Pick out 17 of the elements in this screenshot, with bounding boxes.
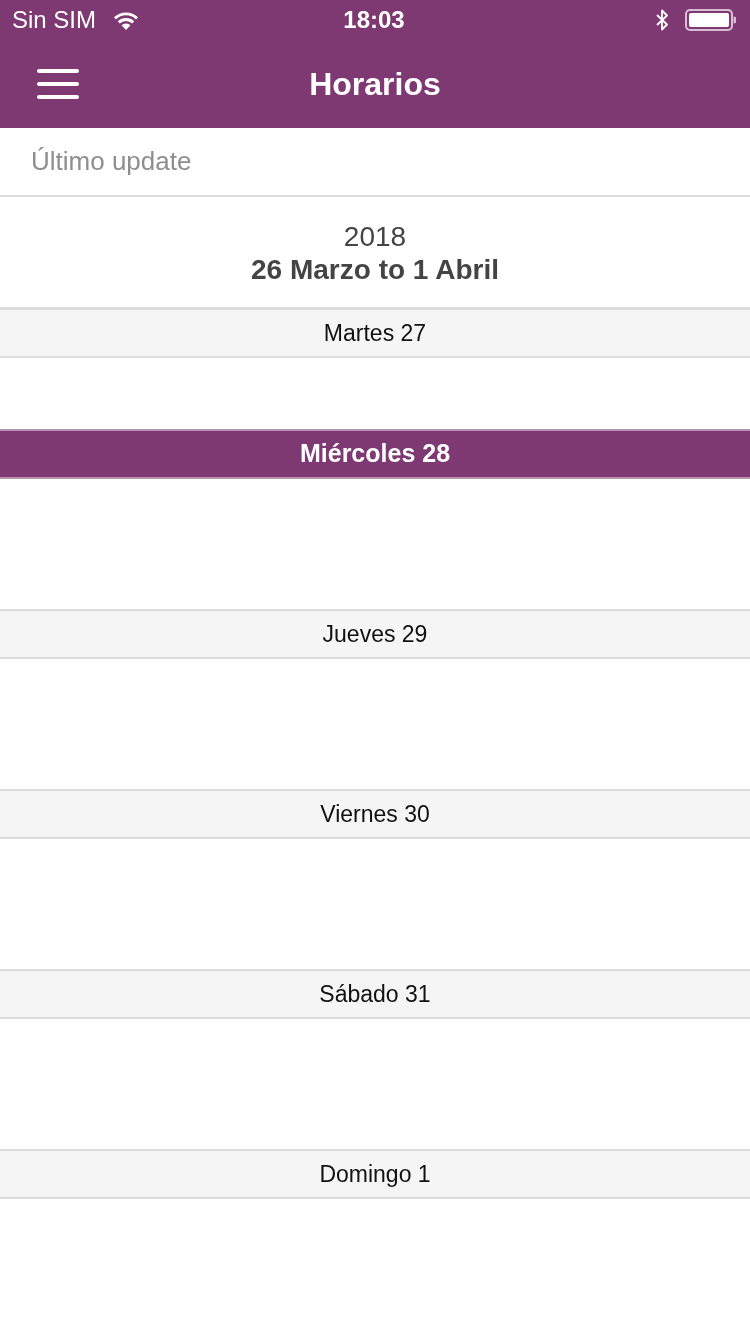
day-header: Jueves 29: [0, 609, 750, 659]
menu-button[interactable]: [37, 69, 79, 99]
day-header: Sábado 31: [0, 969, 750, 1019]
last-update-label: Último update: [31, 145, 192, 178]
bluetooth-icon: [656, 9, 669, 31]
wifi-icon: [112, 10, 141, 30]
day-header: Miércoles 28: [0, 429, 750, 479]
week-date-range: 26 Marzo to 1 Abril: [251, 253, 499, 287]
carrier-name: Sin SIM: [12, 5, 97, 35]
status-time: 18:03: [343, 5, 405, 35]
day-header: Domingo 1: [0, 1149, 750, 1199]
day-header: Martes 27: [0, 308, 750, 358]
screen-title: Horarios: [309, 64, 441, 104]
week-year: 2018: [343, 221, 407, 253]
day-header: Viernes 30: [0, 789, 750, 839]
battery-icon: [685, 9, 736, 31]
menu-icon: [37, 69, 79, 99]
